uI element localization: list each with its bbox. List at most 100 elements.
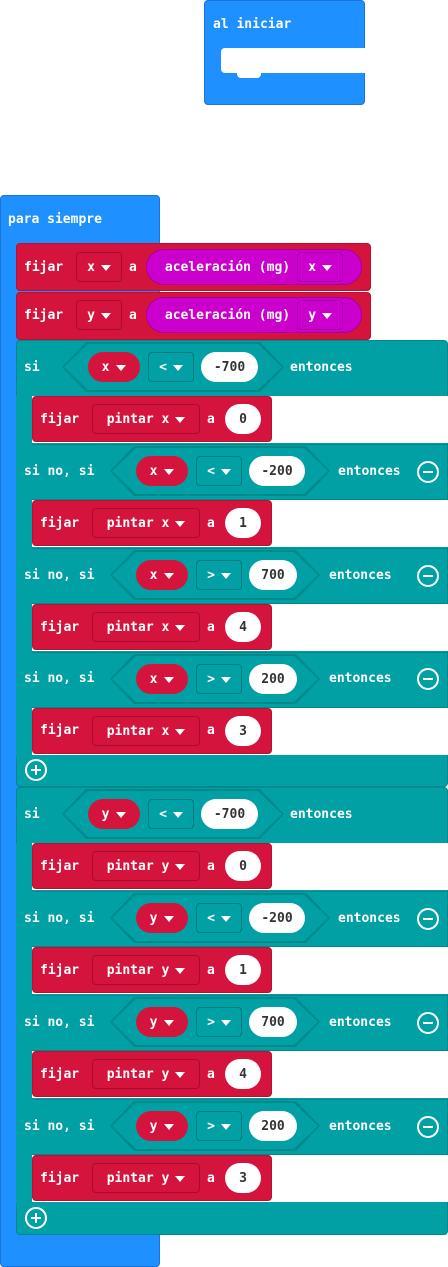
- operator-dropdown[interactable]: >: [196, 560, 242, 590]
- caret-down-icon: [100, 264, 111, 271]
- caret-down-icon: [172, 811, 183, 818]
- operator-dropdown[interactable]: >: [196, 1007, 242, 1037]
- value-input[interactable]: 200: [249, 1111, 297, 1141]
- acceleration-y-block[interactable]: aceleración (mg) y: [146, 297, 362, 333]
- value-input[interactable]: -200: [249, 903, 305, 933]
- caret-down-icon: [116, 364, 127, 371]
- result-input[interactable]: 1: [225, 955, 261, 985]
- remove-branch-icon[interactable]: [417, 1116, 439, 1138]
- caret-down-icon: [220, 915, 231, 922]
- result-input[interactable]: 0: [225, 851, 261, 881]
- operator-dropdown[interactable]: <: [148, 799, 194, 829]
- value-text: 200: [261, 671, 285, 687]
- target-dropdown[interactable]: pintar x: [92, 508, 200, 538]
- operator-dropdown[interactable]: <: [148, 352, 194, 382]
- on-start-slot-notch: [237, 72, 261, 78]
- target-dropdown[interactable]: pintar x: [92, 612, 200, 642]
- target-label: pintar y: [106, 962, 170, 978]
- then-keyword: entonces: [290, 807, 353, 822]
- result-input[interactable]: 1: [225, 508, 261, 538]
- caret-down-icon: [220, 468, 231, 475]
- then-keyword: entonces: [329, 568, 392, 583]
- remove-branch-icon[interactable]: [417, 1012, 439, 1034]
- to-keyword: a: [207, 516, 215, 531]
- result-input[interactable]: 3: [225, 716, 261, 746]
- var-pill[interactable]: x: [88, 352, 140, 382]
- set-y-to: a: [129, 308, 137, 323]
- var-pill[interactable]: y: [88, 799, 140, 829]
- target-dropdown[interactable]: pintar x: [92, 716, 200, 746]
- to-keyword: a: [207, 412, 215, 427]
- var-pill[interactable]: x: [136, 456, 188, 486]
- result-input[interactable]: 0: [225, 404, 261, 434]
- set-keyword: fijar: [40, 859, 80, 874]
- value-input[interactable]: 700: [249, 1007, 297, 1037]
- value-text: 200: [261, 1118, 285, 1134]
- elif-keyword: si no, si: [24, 464, 95, 479]
- var-pill[interactable]: y: [136, 903, 188, 933]
- add-branch-icon[interactable]: [25, 759, 47, 781]
- remove-branch-icon[interactable]: [417, 461, 439, 483]
- target-dropdown[interactable]: pintar y: [92, 1059, 200, 1089]
- to-keyword: a: [207, 1067, 215, 1082]
- value-input[interactable]: 700: [249, 560, 297, 590]
- acceleration-x-block[interactable]: aceleración (mg) x: [146, 249, 362, 285]
- operator-dropdown[interactable]: >: [196, 1111, 242, 1141]
- operator-label: <: [207, 910, 215, 926]
- result-text: 0: [239, 858, 247, 874]
- elif-keyword: si no, si: [24, 671, 95, 686]
- then-keyword: entonces: [329, 671, 392, 686]
- value-input[interactable]: -200: [249, 456, 305, 486]
- remove-branch-icon[interactable]: [417, 908, 439, 930]
- result-input[interactable]: 4: [225, 1059, 261, 1089]
- remove-branch-icon[interactable]: [417, 668, 439, 690]
- caret-down-icon: [322, 312, 333, 319]
- then-keyword: entonces: [329, 1015, 392, 1030]
- remove-branch-icon[interactable]: [417, 565, 439, 587]
- var-pill[interactable]: x: [136, 664, 188, 694]
- operator-label: <: [159, 359, 167, 375]
- set-keyword: fijar: [40, 963, 80, 978]
- caret-down-icon: [164, 468, 175, 475]
- var-pill[interactable]: x: [136, 560, 188, 590]
- result-text: 3: [239, 1170, 247, 1186]
- var-dropdown-x[interactable]: x: [76, 252, 122, 282]
- caret-down-icon: [322, 264, 333, 271]
- if-keyword: si: [24, 360, 40, 375]
- caret-down-icon: [220, 1019, 231, 1026]
- then-keyword: entonces: [329, 1119, 392, 1134]
- value-input[interactable]: 200: [249, 664, 297, 694]
- result-text: 0: [239, 411, 247, 427]
- operator-label: >: [207, 1118, 215, 1134]
- value-text: -700: [213, 806, 246, 822]
- caret-down-icon: [220, 676, 231, 683]
- axis-dropdown-y[interactable]: y: [297, 300, 344, 330]
- value-input[interactable]: -700: [201, 799, 258, 829]
- add-branch-icon[interactable]: [25, 1207, 47, 1229]
- caret-down-icon: [164, 676, 175, 683]
- to-keyword: a: [207, 1171, 215, 1186]
- set-keyword: fijar: [40, 723, 80, 738]
- target-dropdown[interactable]: pintar y: [92, 851, 200, 881]
- target-dropdown[interactable]: pintar y: [92, 1163, 200, 1193]
- var-pill[interactable]: y: [136, 1111, 188, 1141]
- caret-down-icon: [164, 915, 175, 922]
- var-pill[interactable]: y: [136, 1007, 188, 1037]
- target-dropdown[interactable]: pintar y: [92, 955, 200, 985]
- result-input[interactable]: 3: [225, 1163, 261, 1193]
- set-x-keyword: fijar: [24, 260, 64, 275]
- value-text: -200: [261, 910, 293, 926]
- result-input[interactable]: 4: [225, 612, 261, 642]
- set-keyword: fijar: [40, 1171, 80, 1186]
- var-dropdown-label: x: [87, 259, 95, 275]
- value-input[interactable]: -700: [201, 352, 258, 382]
- operator-dropdown[interactable]: <: [196, 903, 242, 933]
- caret-down-icon: [175, 520, 186, 527]
- operator-dropdown[interactable]: <: [196, 456, 242, 486]
- elif-keyword: si no, si: [24, 1119, 95, 1134]
- target-label: pintar x: [106, 411, 170, 427]
- axis-dropdown-x[interactable]: x: [297, 252, 344, 282]
- var-dropdown-y[interactable]: y: [76, 300, 122, 330]
- operator-dropdown[interactable]: >: [196, 664, 242, 694]
- target-dropdown[interactable]: pintar x: [92, 404, 200, 434]
